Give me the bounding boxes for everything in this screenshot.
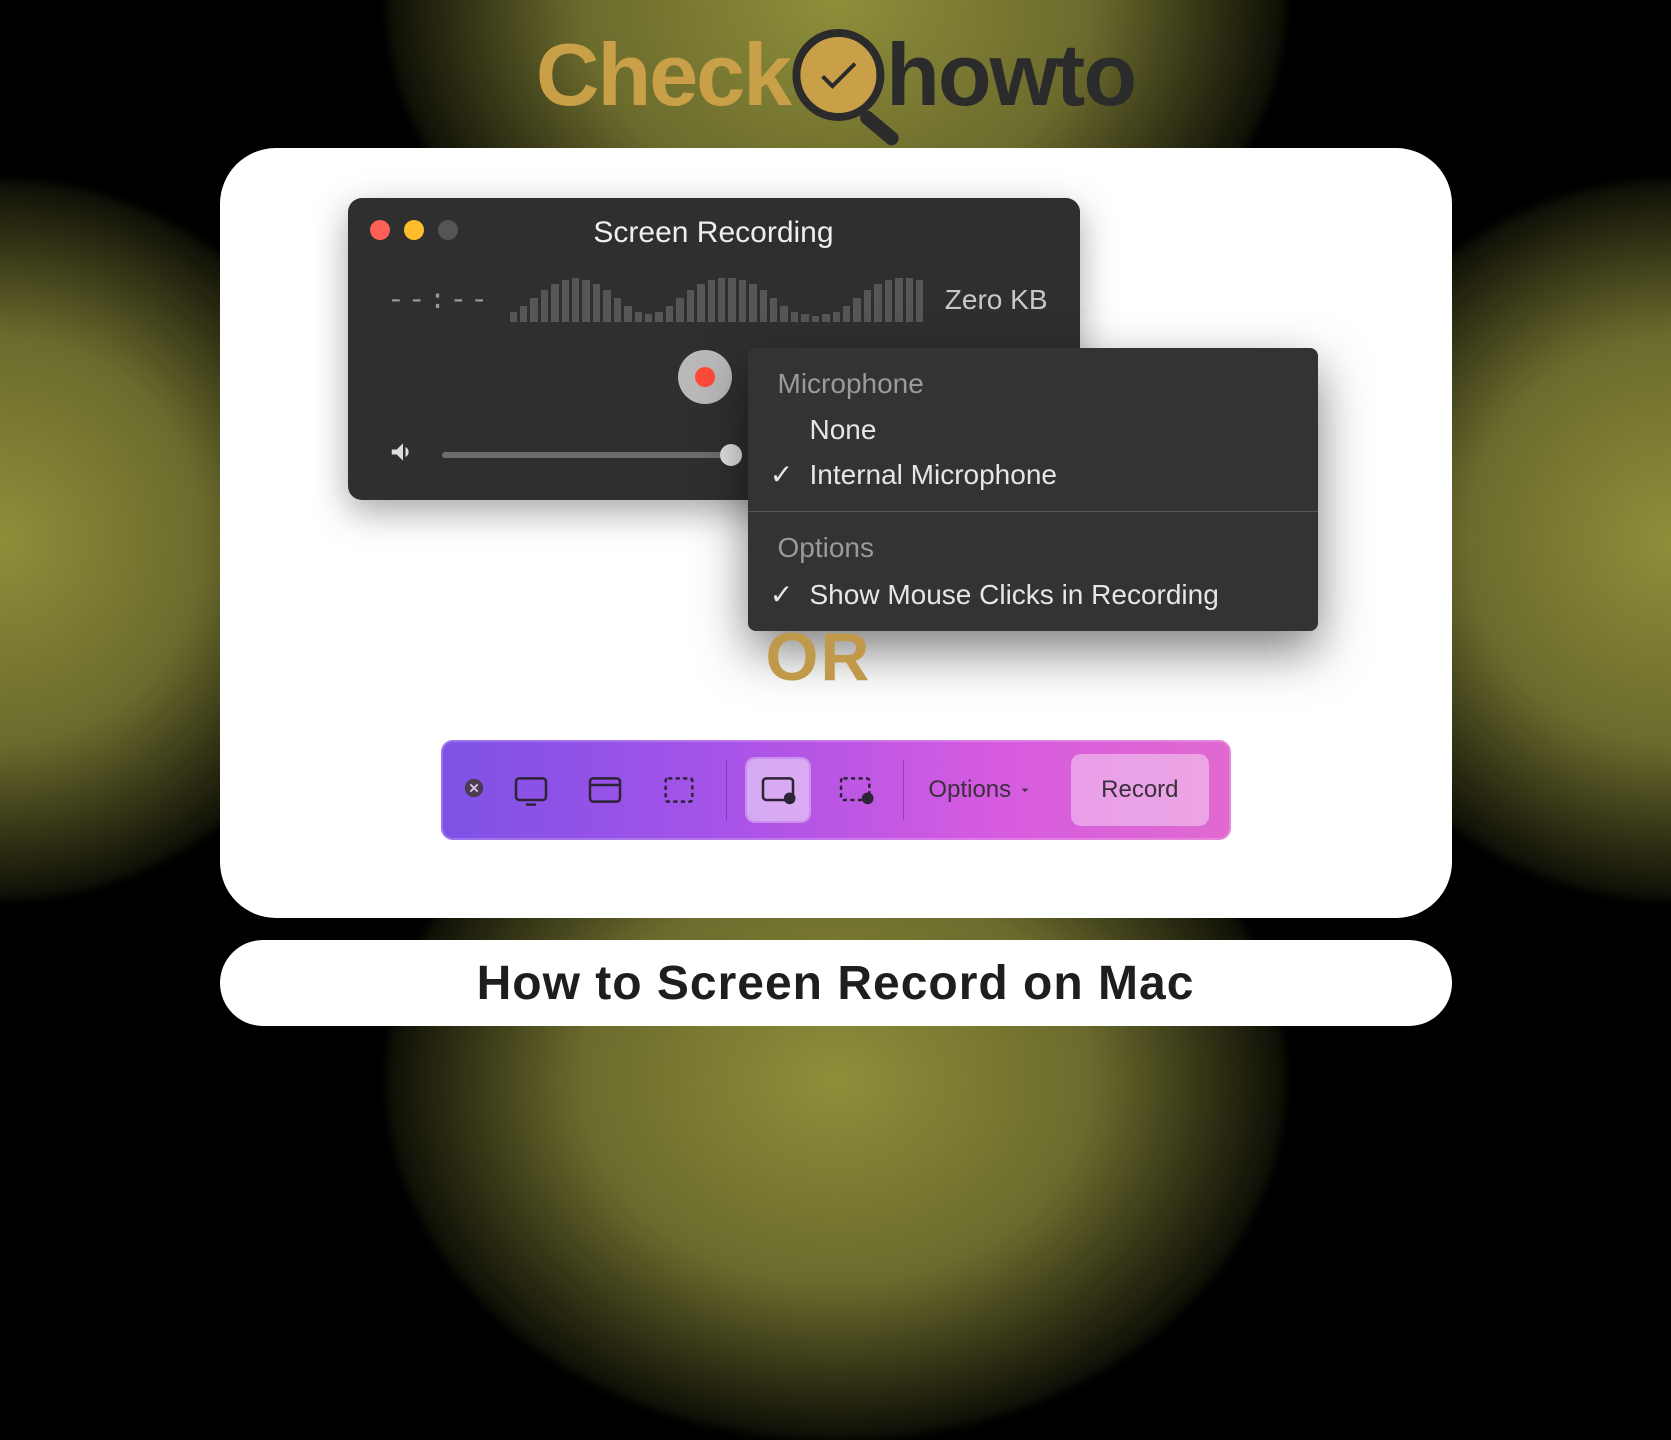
menu-header-microphone: Microphone [748,362,1318,408]
record-entire-screen-button[interactable] [747,759,809,821]
menu-item-label: Internal Microphone [810,459,1057,491]
capture-window-button[interactable] [578,763,632,817]
page-title-bar: How to Screen Record on Mac [220,940,1452,1026]
menu-separator [748,511,1318,512]
options-label: Options [928,776,1011,804]
toolbar-options-button[interactable]: Options [924,776,1037,804]
menu-item-show-clicks[interactable]: ✓ Show Mouse Clicks in Recording [748,572,1318,617]
file-size: Zero KB [945,284,1048,316]
capture-entire-screen-button[interactable] [505,763,559,817]
site-logo: Check howto [536,24,1135,126]
elapsed-time: --:-- [388,286,492,317]
menu-item-none[interactable]: None [748,408,1318,452]
chevron-down-icon [1017,782,1033,798]
speaker-icon [388,437,418,472]
check-badge-icon [792,29,884,121]
screenshot-toolbar: Options Record [441,740,1231,840]
checkmark-icon: ✓ [768,578,796,611]
capture-selection-button[interactable] [652,763,706,817]
menu-item-label: Show Mouse Clicks in Recording [810,579,1219,611]
record-dot-icon [695,367,715,387]
volume-thumb[interactable] [720,444,742,466]
close-toolbar-button[interactable] [463,777,485,804]
window-title: Screen Recording [348,216,1080,250]
toolbar-record-button[interactable]: Record [1071,754,1208,826]
toolbar-separator [903,760,904,820]
logo-text-part1: Check [536,24,790,126]
audio-level-meter [510,276,924,322]
record-selection-button[interactable] [829,763,883,817]
page-title: How to Screen Record on Mac [477,956,1195,1011]
or-separator-label: OR [766,618,872,696]
checkmark-icon: ✓ [768,458,796,491]
menu-item-label: None [810,414,877,446]
volume-control [388,437,732,472]
record-options-menu: Microphone None ✓ Internal Microphone Op… [748,348,1318,631]
main-card: Screen Recording --:-- Zero KB Microphon… [220,148,1452,918]
toolbar-separator [726,760,727,820]
volume-slider[interactable] [442,452,732,458]
logo-text-part2: howto [886,24,1135,126]
menu-header-options: Options [748,526,1318,572]
record-label: Record [1101,776,1178,803]
menu-item-internal-mic[interactable]: ✓ Internal Microphone [748,452,1318,497]
record-button[interactable] [678,350,732,404]
